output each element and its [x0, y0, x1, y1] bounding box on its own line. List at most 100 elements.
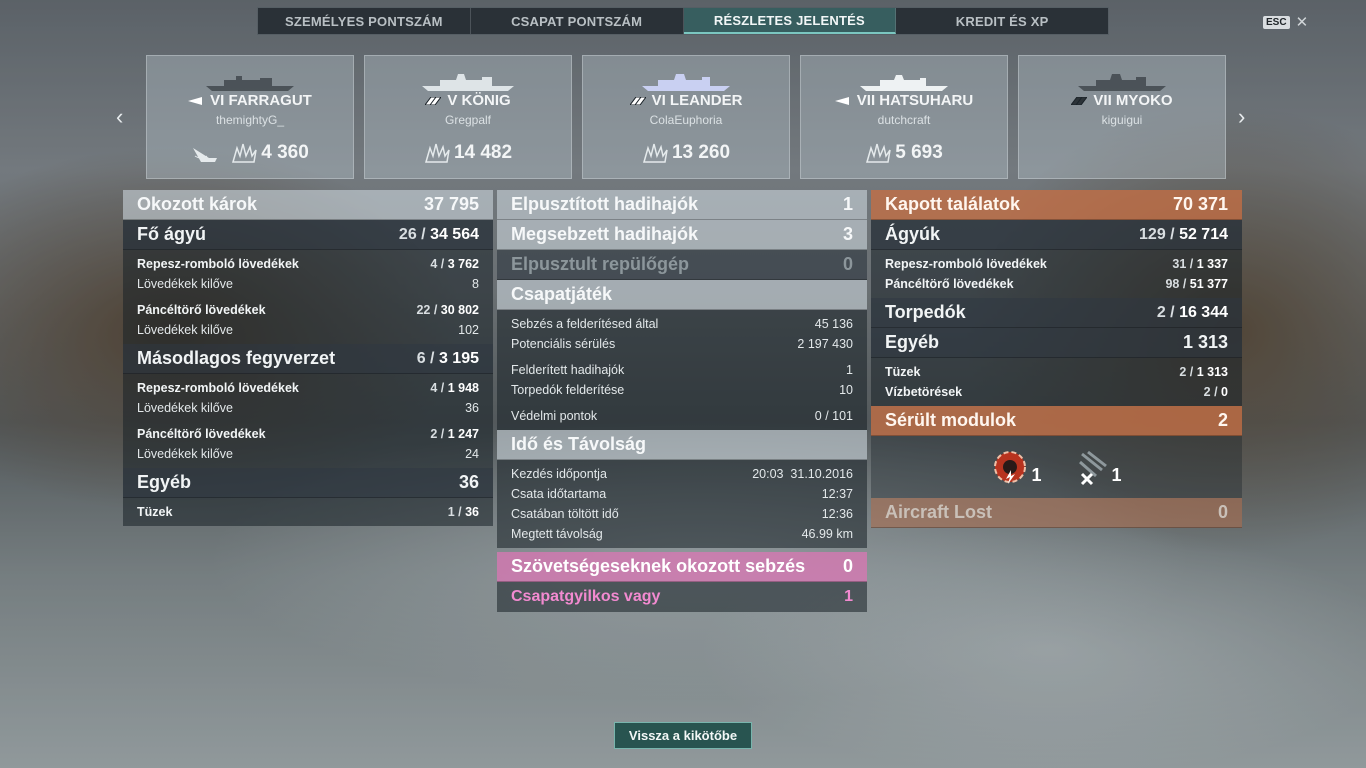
stat-row: Csatában töltött idő 12:36	[511, 507, 853, 521]
stat-row: Repesz-romboló lövedékek 4 / 3 762	[137, 257, 479, 271]
damage-burst-icon	[424, 143, 450, 163]
secondary-row: Másodlagos fegyverzet 6 / 3 195	[123, 344, 493, 374]
stat-row: Tüzek 2 / 1 313	[885, 365, 1228, 379]
ship-score: 4 360	[261, 142, 309, 163]
steering-module-icon	[1078, 450, 1107, 486]
ship-card[interactable]: VII HATSUHARU dutchcraft 5 693	[800, 55, 1008, 179]
stat-row: Torpedók felderítése 10	[511, 383, 853, 397]
stat-row: Páncéltörő lövedékek 98 / 51 377	[885, 277, 1228, 291]
teamkiller-row: Csapatgyilkos vagy 1	[497, 582, 867, 612]
stat-row: Tüzek 1 / 36	[137, 505, 479, 519]
ship-name: VI LEANDER	[651, 92, 743, 109]
stat-row: Csata időtartama 12:37	[511, 487, 853, 501]
module-item: 1	[991, 448, 1042, 486]
stat-row: Lövedékek kilőve 8	[137, 277, 479, 291]
ship-silhouette-icon	[206, 76, 294, 91]
damage-dealt-panel: Okozott károk 37 795 Fő ágyú 26 / 34 564 R…	[123, 190, 493, 526]
aircraft-lost-row: Aircraft Lost 0	[871, 498, 1242, 528]
damage-burst-icon	[232, 143, 257, 163]
module-count: 1	[1111, 465, 1122, 485]
torpedoes-row: Torpedók 2 / 16 344	[871, 298, 1242, 328]
stat-row: Sebzés a felderítésed által 45 136	[511, 317, 853, 331]
engine-module-icon	[994, 451, 1027, 484]
ship-card[interactable]: VI LEANDER ColaEuphoria 13 260	[582, 55, 790, 179]
player-name: dutchcraft	[877, 113, 931, 127]
secondary-details: Repesz-romboló lövedékek 4 / 1 948 Lövedé…	[123, 374, 493, 468]
back-to-port-button[interactable]: Vissza a kikötőbe	[614, 722, 752, 749]
other-details: Tüzek 1 / 36	[123, 498, 493, 526]
stat-row: Potenciális sérülés 2 197 430	[511, 337, 853, 351]
close-control[interactable]: ESC ✕	[1263, 13, 1308, 31]
battleship-icon	[425, 97, 442, 106]
stat-row: Páncéltörő lövedékek 2 / 1 247	[137, 427, 479, 441]
stat-row: Vízbetörések 2 / 0	[885, 385, 1228, 399]
teamplay-header: Csapatjáték	[497, 280, 867, 310]
guns-row: Ágyúk 129 / 52 714	[871, 220, 1242, 250]
report-tabs: SZEMÉLYES PONTSZÁM CSAPAT PONTSZÁM RÉSZL…	[257, 7, 1109, 35]
cruiser-icon	[629, 97, 646, 106]
cruiser-icon	[1071, 97, 1088, 106]
modules-header: Sérült modulok 2	[871, 406, 1242, 436]
ship-silhouette-icon	[860, 75, 948, 91]
ship-score: 13 260	[671, 142, 731, 163]
planes-row: Elpusztult repülőgép 0	[497, 250, 867, 280]
guns-details: Repesz-romboló lövedékek 31 / 1 337 Páncé…	[871, 250, 1242, 298]
stat-row: Védelmi pontok 0 / 101	[511, 409, 853, 423]
next-arrow-icon[interactable]: ›	[1238, 104, 1245, 130]
destroyer-icon	[834, 97, 849, 106]
ship-name: VII HATSUHARU	[856, 92, 974, 109]
time-header: Idő és Távolság	[497, 430, 867, 460]
stat-row: Megtett távolság 46.99 km	[511, 527, 853, 541]
sunk-ship-icon	[193, 148, 218, 162]
stat-row: Kezdés időpontja 20:03 31.10.2016	[511, 467, 853, 481]
other-row: Egyéb 36	[123, 468, 493, 498]
time-details: Kezdés időpontja 20:03 31.10.2016 Csata i…	[497, 460, 867, 548]
stat-row: Lövedékek kilőve 36	[137, 401, 479, 415]
damaged-row: Megsebzett hadihajók 3	[497, 220, 867, 250]
stat-row: Felderített hadihajók 1	[511, 363, 853, 377]
ship-card[interactable]: V KÖNIG Gregpalf 14 482	[364, 55, 572, 179]
stat-row: Páncéltörő lövedékek 22 / 30 802	[137, 303, 479, 317]
damage-header: Okozott károk 37 795	[123, 190, 493, 220]
damage-burst-icon	[642, 143, 668, 163]
damaged-modules: 1 1	[871, 436, 1242, 498]
destroyer-icon	[188, 97, 203, 106]
received-header: Kapott találatok 70 371	[871, 190, 1242, 220]
tab-team-score[interactable]: CSAPAT PONTSZÁM	[471, 8, 684, 34]
damage-burst-icon	[866, 143, 891, 163]
ship-silhouette-icon	[422, 74, 514, 91]
esc-key-badge: ESC	[1263, 15, 1290, 29]
destroyed-row: Elpusztított hadihajók 1	[497, 190, 867, 220]
teamplay-details: Sebzés a felderítésed által 45 136 Potenc…	[497, 310, 867, 430]
stat-row: Lövedékek kilőve 24	[137, 447, 479, 461]
main-battery-details: Repesz-romboló lövedékek 4 / 3 762 Lövedé…	[123, 250, 493, 344]
stat-row: Repesz-romboló lövedékek 4 / 1 948	[137, 381, 479, 395]
ship-name: VI FARRAGUT	[210, 92, 312, 109]
tab-personal-score[interactable]: SZEMÉLYES PONTSZÁM	[258, 8, 471, 34]
ship-card[interactable]: VI FARRAGUT themightyG_ 4 360	[146, 55, 354, 179]
ship-card[interactable]: VII MYOKO kiguigui	[1018, 55, 1226, 179]
ship-score: 14 482	[453, 142, 513, 163]
ship-name: V KÖNIG	[447, 92, 511, 109]
player-name: ColaEuphoria	[649, 113, 723, 127]
other-details: Tüzek 2 / 1 313 Vízbetörések 2 / 0	[871, 358, 1242, 406]
battle-stats-panel: Elpusztított hadihajók 1 Megsebzett hadih…	[497, 190, 867, 612]
other-row: Egyéb 1 313	[871, 328, 1242, 358]
module-item: 1	[1072, 448, 1122, 486]
ship-silhouette-icon	[1078, 74, 1166, 91]
value: 26 / 34 564	[398, 225, 479, 243]
player-name: themightyG_	[215, 113, 285, 127]
ship-score: 5 693	[895, 142, 943, 163]
module-count: 1	[1031, 465, 1042, 485]
label: Okozott károk	[137, 194, 258, 214]
tab-credits-xp[interactable]: KREDIT ÉS XP	[896, 8, 1108, 34]
close-icon[interactable]: ✕	[1296, 13, 1309, 31]
ship-name: VII MYOKO	[1093, 92, 1173, 109]
tab-detailed-report[interactable]: RÉSZLETES JELENTÉS	[683, 8, 897, 34]
prev-arrow-icon[interactable]: ‹	[116, 104, 123, 130]
player-name: Gregpalf	[444, 113, 492, 127]
ally-damage-row: Szövetségeseknek okozott sebzés 0	[497, 552, 867, 582]
player-name: kiguigui	[1101, 113, 1143, 127]
stat-row: Lövedékek kilőve 102	[137, 323, 479, 337]
damage-received-panel: Kapott találatok 70 371 Ágyúk 129 / 52 714…	[871, 190, 1242, 528]
